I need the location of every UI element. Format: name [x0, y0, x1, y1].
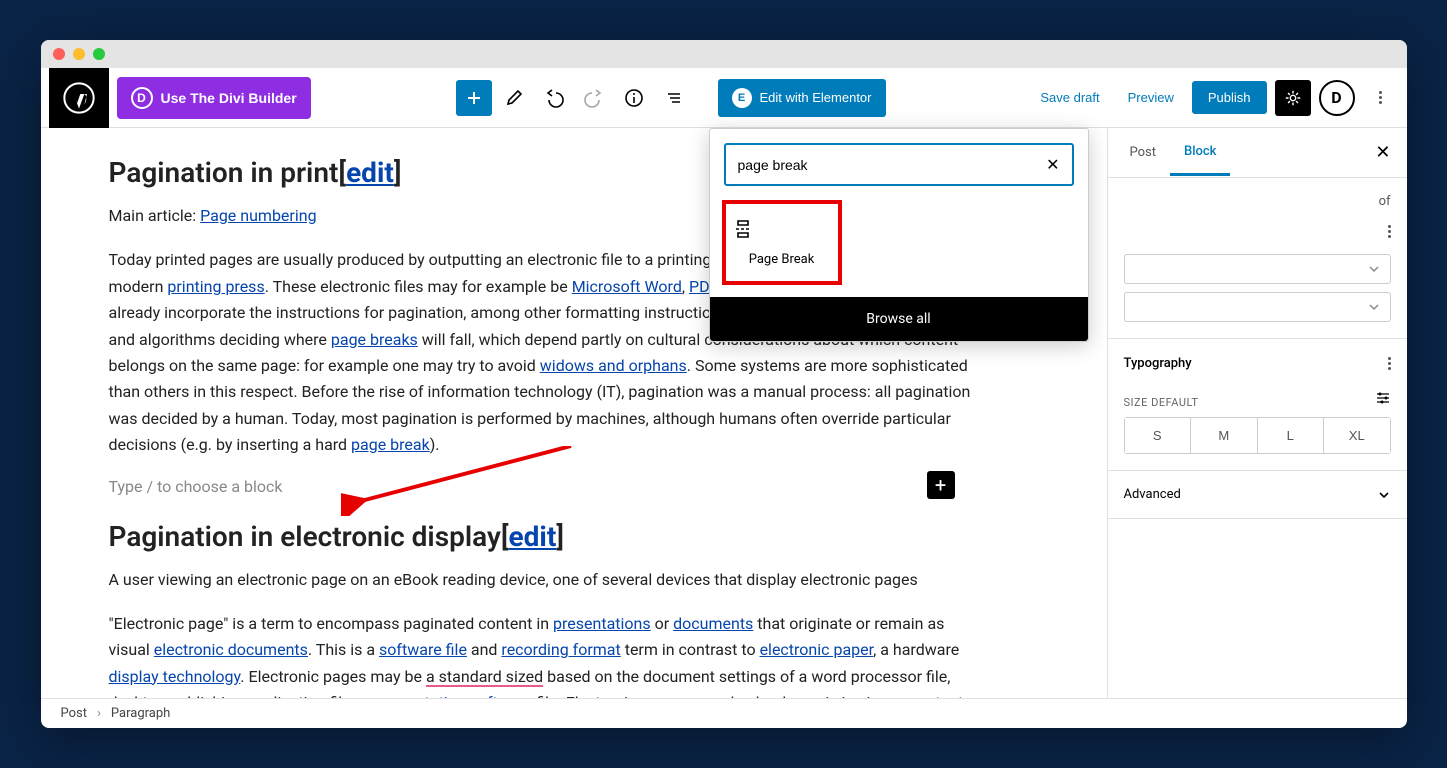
edit-section-link[interactable]: edit	[346, 156, 394, 189]
link-widows-orphans[interactable]: widows and orphans	[540, 356, 687, 375]
advanced-label: Advanced	[1124, 487, 1181, 502]
typography-section: Typography SIZE DEFAULT S M L XL	[1108, 339, 1407, 471]
size-s[interactable]: S	[1125, 418, 1192, 453]
wordpress-icon	[63, 82, 95, 114]
chevron-down-icon	[1368, 301, 1380, 313]
browse-all-button[interactable]: Browse all	[710, 297, 1088, 341]
settings-button[interactable]	[1275, 80, 1311, 116]
link-presentations[interactable]: presentations	[553, 614, 651, 633]
redo-button[interactable]	[576, 80, 612, 116]
plus-icon	[464, 88, 484, 108]
size-buttons: S M L XL	[1124, 417, 1391, 454]
sidebar-tabs: Post Block ✕	[1108, 128, 1407, 178]
color-select-2[interactable]	[1124, 292, 1391, 322]
use-divi-builder-button[interactable]: D Use The Divi Builder	[117, 77, 311, 119]
block-result-label: Page Break	[732, 252, 832, 267]
link-ms-word[interactable]: Microsoft Word	[572, 277, 682, 296]
elementor-icon: E	[732, 88, 752, 108]
paragraph-electronic-page[interactable]: "Electronic page" is a term to encompass…	[109, 611, 981, 698]
divi-label: Use The Divi Builder	[161, 90, 297, 106]
page-break-icon	[732, 218, 832, 240]
minimize-window-button[interactable]	[73, 48, 85, 60]
gear-icon	[1284, 89, 1302, 107]
macos-titlebar	[41, 40, 1407, 68]
pencil-icon	[504, 88, 524, 108]
wordpress-logo-button[interactable]	[49, 68, 109, 128]
close-sidebar-button[interactable]: ✕	[1367, 134, 1398, 171]
clear-search-button[interactable]: ✕	[1046, 155, 1059, 174]
text-standard-sized: a standard sized	[426, 667, 543, 686]
undo-button[interactable]	[536, 80, 572, 116]
color-section: x of	[1108, 178, 1407, 339]
undo-icon	[544, 88, 564, 108]
link-documents[interactable]: documents	[673, 614, 753, 633]
divi-icon: D	[131, 87, 153, 109]
link-printing-press[interactable]: printing press	[167, 277, 264, 296]
close-window-button[interactable]	[53, 48, 65, 60]
typography-label: Typography	[1124, 356, 1192, 371]
elementor-label: Edit with Elementor	[760, 90, 872, 105]
color-select[interactable]	[1124, 254, 1391, 284]
link-presentation-software[interactable]: presentation software	[376, 693, 532, 698]
link-software-file[interactable]: software file	[379, 640, 467, 659]
toolbar-icon-group	[456, 80, 692, 116]
window: D Use The Divi Builder E Edit with Eleme…	[41, 40, 1407, 728]
kebab-icon	[1379, 89, 1382, 106]
paragraph-user-viewing[interactable]: A user viewing an electronic page on an …	[109, 567, 981, 593]
block-search-field[interactable]: ✕	[724, 143, 1074, 186]
list-icon	[664, 88, 684, 108]
info-icon	[624, 88, 644, 108]
block-search-input[interactable]	[738, 157, 1047, 173]
add-block-button[interactable]	[456, 80, 492, 116]
settings-sidebar: Post Block ✕ x of	[1107, 128, 1407, 698]
page-break-block-result[interactable]: Page Break	[722, 200, 842, 285]
chevron-right-icon: ›	[97, 706, 101, 721]
more-options-button[interactable]	[1363, 80, 1399, 116]
advanced-accordion[interactable]: Advanced	[1108, 471, 1407, 519]
size-m[interactable]: M	[1191, 418, 1258, 453]
editor-topbar: D Use The Divi Builder E Edit with Eleme…	[41, 68, 1407, 128]
tab-post[interactable]: Post	[1116, 131, 1171, 174]
heading-pagination-electronic[interactable]: Pagination in electronic display[edit]	[109, 520, 981, 553]
redo-icon	[584, 88, 604, 108]
breadcrumb-paragraph[interactable]: Paragraph	[111, 706, 170, 721]
breadcrumb: Post › Paragraph	[41, 698, 1407, 728]
preview-button[interactable]: Preview	[1118, 82, 1184, 113]
partial-text: of	[1379, 194, 1391, 209]
link-electronic-documents[interactable]: electronic documents	[154, 640, 308, 659]
block-inserter-popover: ✕ Page Break Browse all	[709, 128, 1089, 342]
breadcrumb-post[interactable]: Post	[61, 706, 88, 721]
inline-add-block-button[interactable]: +	[927, 471, 955, 499]
divi-ring-button[interactable]: D	[1319, 80, 1355, 116]
empty-block-row[interactable]: Type / to choose a block +	[109, 477, 981, 496]
publish-button[interactable]: Publish	[1192, 81, 1267, 114]
edit-mode-button[interactable]	[496, 80, 532, 116]
tab-block[interactable]: Block	[1170, 130, 1230, 176]
edit-section-link-2[interactable]: edit	[509, 520, 557, 553]
link-page-breaks[interactable]: page breaks	[331, 330, 418, 349]
info-button[interactable]	[616, 80, 652, 116]
edit-with-elementor-button[interactable]: E Edit with Elementor	[718, 79, 886, 117]
link-page-break[interactable]: page break	[351, 435, 430, 454]
typography-options-icon[interactable]	[1388, 355, 1391, 372]
size-l[interactable]: L	[1258, 418, 1325, 453]
section-options-icon[interactable]	[1388, 223, 1391, 240]
outline-button[interactable]	[656, 80, 692, 116]
link-recording-format[interactable]: recording format	[501, 640, 620, 659]
link-electronic-paper[interactable]: electronic paper	[760, 640, 874, 659]
size-xl[interactable]: XL	[1324, 418, 1390, 453]
sliders-icon[interactable]	[1375, 391, 1391, 405]
chevron-down-icon	[1368, 263, 1380, 275]
link-page-numbering[interactable]: Page numbering	[200, 206, 316, 225]
link-display-technology[interactable]: display technology	[109, 667, 241, 686]
chevron-down-icon	[1377, 488, 1391, 502]
maximize-window-button[interactable]	[93, 48, 105, 60]
save-draft-button[interactable]: Save draft	[1030, 82, 1109, 113]
block-placeholder[interactable]: Type / to choose a block	[109, 477, 981, 496]
